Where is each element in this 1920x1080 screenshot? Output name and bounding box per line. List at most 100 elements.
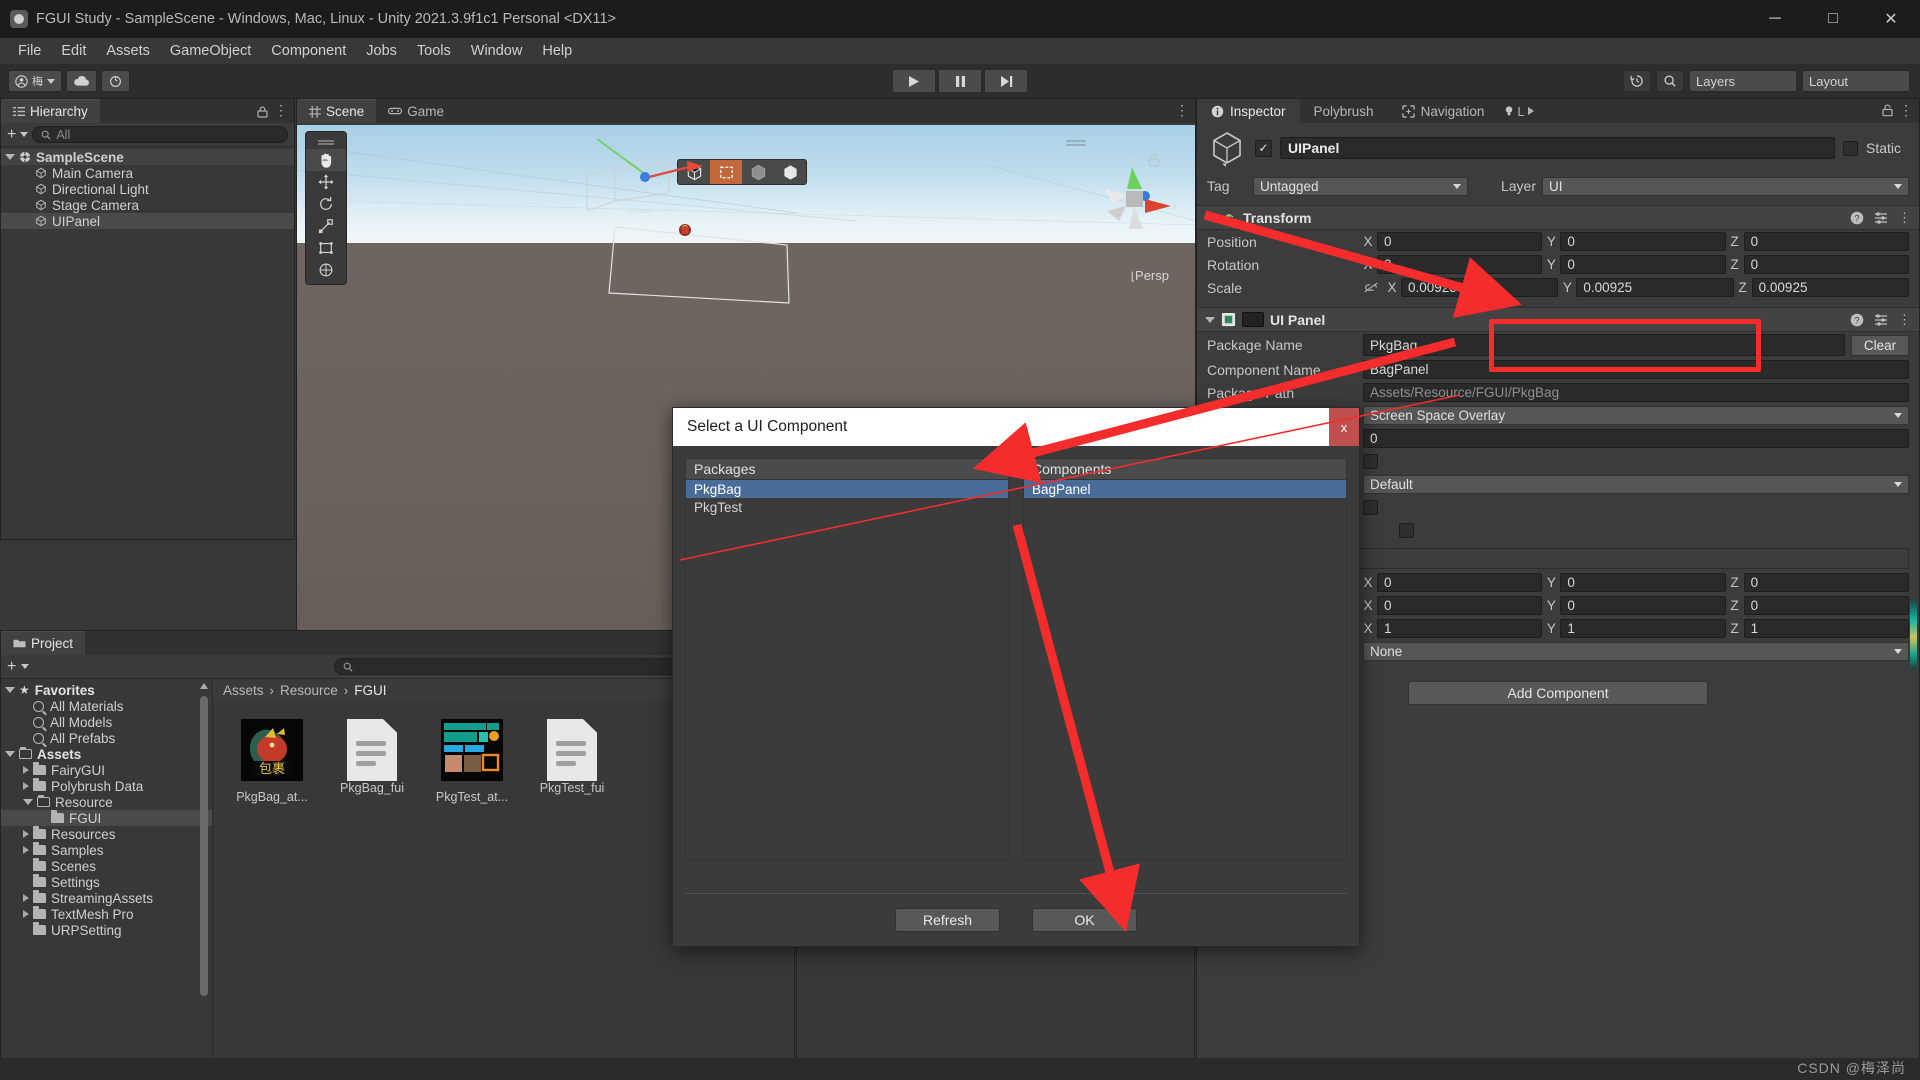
step-button[interactable] — [984, 69, 1028, 93]
help-icon[interactable]: ? — [1850, 313, 1864, 327]
ui-position-y-input[interactable]: 0 — [1560, 573, 1726, 592]
set-native-children-checkbox[interactable] — [1399, 523, 1414, 538]
package-list-item[interactable]: PkgBag — [686, 480, 1008, 498]
collab-button[interactable] — [101, 70, 130, 92]
collapse-arrow-icon[interactable] — [23, 766, 29, 774]
ok-button[interactable]: OK — [1032, 908, 1137, 932]
sorting-order-input[interactable]: 0 — [1363, 429, 1909, 448]
scene-menu-icon[interactable]: ⋮ — [1175, 103, 1189, 117]
fairy-batching-checkbox[interactable] — [1363, 454, 1378, 469]
scroll-thumb[interactable] — [200, 696, 208, 996]
chevron-down-icon[interactable] — [21, 664, 30, 669]
ui-scale-z-input[interactable]: 1 — [1743, 619, 1909, 638]
help-icon[interactable]: ? — [1850, 211, 1864, 225]
tab-inspector[interactable]: Inspector — [1197, 99, 1300, 123]
tab-lighting[interactable]: L — [1504, 104, 1534, 119]
breadcrumb-assets[interactable]: Assets — [223, 683, 264, 698]
component-name-input[interactable]: BagPanel — [1363, 360, 1909, 379]
constrain-proportions-off-icon[interactable] — [1363, 281, 1379, 294]
project-tree-item-assets[interactable]: Assets — [1, 746, 212, 762]
project-tree-item-polybrush-data[interactable]: Polybrush Data — [1, 778, 212, 794]
tab-hierarchy[interactable]: Hierarchy — [1, 99, 100, 123]
asset-item[interactable]: PkgTest_at... — [433, 719, 511, 804]
ui-rotation-z-input[interactable]: 0 — [1743, 596, 1909, 615]
cloud-button[interactable] — [66, 70, 97, 92]
project-tree-item-all-models[interactable]: All Models — [1, 714, 212, 730]
ui-position-z-input[interactable]: 0 — [1743, 573, 1909, 592]
scale-z-input[interactable]: 0.00925 — [1751, 278, 1909, 297]
minimize-button[interactable]: ─ — [1746, 0, 1804, 38]
rotation-x-input[interactable]: 0 — [1377, 255, 1543, 274]
menu-help[interactable]: Help — [532, 41, 582, 61]
create-asset-button[interactable]: + — [7, 658, 16, 675]
account-button[interactable]: 梅 — [8, 70, 62, 92]
play-button[interactable] — [892, 69, 936, 93]
uipanel-component-header[interactable]: UI Panel ? ⋮ — [1197, 307, 1919, 332]
layer-dropdown[interactable]: UI — [1542, 176, 1909, 196]
scale-x-input[interactable]: 0.00925 — [1401, 278, 1559, 297]
menu-assets[interactable]: Assets — [96, 41, 160, 61]
position-z-input[interactable]: 0 — [1743, 232, 1909, 251]
package-name-input[interactable]: PkgBag — [1363, 334, 1845, 356]
collapse-arrow-icon[interactable] — [23, 894, 29, 902]
ui-rotation-y-input[interactable]: 0 — [1560, 596, 1726, 615]
breadcrumb-fgui[interactable]: FGUI — [354, 683, 386, 698]
preset-icon[interactable] — [1874, 211, 1888, 225]
menu-component[interactable]: Component — [261, 41, 356, 61]
menu-file[interactable]: File — [8, 41, 51, 61]
menu-gameobject[interactable]: GameObject — [160, 41, 261, 61]
menu-tools[interactable]: Tools — [407, 41, 461, 61]
hierarchy-lock-icon[interactable] — [257, 105, 268, 118]
transform-component-header[interactable]: Transform ? ⋮ — [1197, 205, 1919, 230]
package-list-item[interactable]: PkgTest — [686, 498, 1008, 516]
project-tree-scrollbar[interactable] — [199, 683, 210, 1075]
project-tree-item-all-materials[interactable]: All Materials — [1, 698, 212, 714]
project-tree-item-fgui[interactable]: FGUI — [1, 810, 212, 826]
position-y-input[interactable]: 0 — [1560, 232, 1726, 251]
project-tree-item-textmesh-pro[interactable]: TextMesh Pro — [1, 906, 212, 922]
breadcrumb-resource[interactable]: Resource — [280, 683, 338, 698]
hierarchy-item-directional-light[interactable]: Directional Light — [1, 181, 294, 197]
transform-menu-icon[interactable]: ⋮ — [1898, 210, 1911, 226]
hierarchy-item-main-camera[interactable]: Main Camera — [1, 165, 294, 181]
ui-scale-x-input[interactable]: 1 — [1377, 619, 1543, 638]
collapse-arrow-icon[interactable] — [23, 782, 29, 790]
components-list[interactable]: BagPanel — [1023, 480, 1347, 860]
hierarchy-search-input[interactable]: All — [32, 126, 288, 143]
rotation-z-input[interactable]: 0 — [1743, 255, 1909, 274]
component-list-item[interactable]: BagPanel — [1024, 480, 1346, 498]
component-enabled-checkbox[interactable] — [1242, 312, 1264, 327]
scale-y-input[interactable]: 0.00925 — [1576, 278, 1734, 297]
project-tree-item-resource[interactable]: Resource — [1, 794, 212, 810]
fit-screen-dropdown[interactable]: None — [1363, 642, 1909, 661]
menu-edit[interactable]: Edit — [51, 41, 96, 61]
hierarchy-item-stage-camera[interactable]: Stage Camera — [1, 197, 294, 213]
add-component-button[interactable]: Add Component — [1408, 681, 1708, 705]
hierarchy-item-uipanel[interactable]: UIPanel — [1, 213, 294, 229]
dialog-close-button[interactable]: x — [1329, 408, 1359, 446]
project-tree-item-urpsetting[interactable]: URPSetting — [1, 922, 212, 938]
touch-disabled-checkbox[interactable] — [1363, 500, 1378, 515]
hierarchy-item-samplescene[interactable]: SampleScene — [1, 149, 294, 165]
uipanel-menu-icon[interactable]: ⋮ — [1898, 312, 1911, 328]
scroll-up-icon[interactable] — [200, 683, 208, 689]
tab-project[interactable]: Project — [1, 631, 86, 655]
position-x-input[interactable]: 0 — [1377, 232, 1543, 251]
tab-game[interactable]: Game — [376, 99, 457, 123]
clear-package-button[interactable]: Clear — [1851, 334, 1909, 356]
inspector-scrollbar[interactable] — [1910, 599, 1917, 669]
inspector-menu-icon[interactable]: ⋮ — [1899, 103, 1913, 117]
asset-item[interactable]: PkgBag_fui — [333, 719, 411, 804]
maximize-button[interactable]: □ — [1804, 0, 1862, 38]
expand-arrow-icon[interactable] — [5, 687, 15, 693]
tab-scene[interactable]: Scene — [297, 99, 377, 123]
preset-icon[interactable] — [1874, 313, 1888, 327]
layout-dropdown[interactable]: Layout — [1802, 70, 1910, 92]
asset-item[interactable]: 包裹 PkgBag_at... — [233, 719, 311, 804]
refresh-button[interactable]: Refresh — [895, 908, 1000, 932]
project-tree-item-favorites[interactable]: ★ Favorites — [1, 682, 212, 698]
search-button[interactable] — [1656, 70, 1684, 92]
pause-button[interactable] — [938, 69, 982, 93]
close-button[interactable]: ✕ — [1862, 0, 1920, 38]
project-tree-item-all-prefabs[interactable]: All Prefabs — [1, 730, 212, 746]
